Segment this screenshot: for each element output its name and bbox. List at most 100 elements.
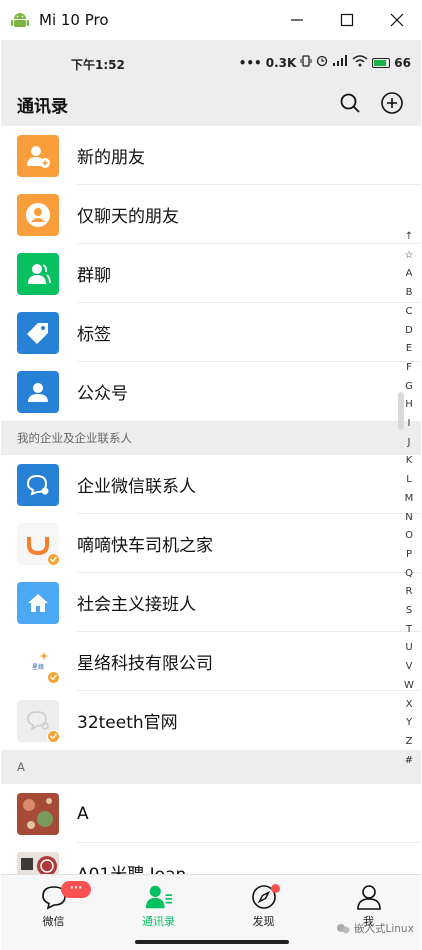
alphabet-letter[interactable]: Y [406,714,412,733]
alphabet-letter[interactable]: O [405,527,413,546]
alphabet-letter[interactable]: A [406,265,413,284]
xingluo-logo-icon: 星络 [17,640,60,684]
list-item-label: 32teeth官网 [77,713,178,733]
list-item-wecom-contacts[interactable]: 企业微信联系人 [1,455,421,514]
alphabet-letter[interactable]: P [406,546,412,565]
tab-discover[interactable]: 发现 [211,875,316,950]
alphabet-letter[interactable]: S [406,602,412,621]
alphabet-letter[interactable]: T [406,621,412,640]
alphabet-letter[interactable]: ☆ [405,247,414,266]
home-indicator [135,940,289,944]
alphabet-letter[interactable]: W [404,677,414,696]
contacts-icon [145,883,173,911]
status-time: 下午1:52 [71,58,125,72]
contact-avatar [17,851,59,874]
tab-label: 通讯录 [142,915,175,928]
wecom-icon [17,463,59,506]
tag-icon [17,311,59,354]
search-icon[interactable] [337,90,363,116]
list-item-group-chats[interactable]: 群聊 [1,244,421,303]
window-title: Mi 10 Pro [39,11,109,29]
list-item-label: 仅聊天的朋友 [77,207,179,227]
minimize-button[interactable] [272,0,322,40]
list-item-32teeth[interactable]: 32teeth官网 [1,691,421,750]
alphabet-letter[interactable]: U [405,639,412,658]
person-add-icon [17,134,59,177]
list-item-official-accounts[interactable]: 公众号 [1,362,421,421]
alphabet-letter[interactable]: K [406,452,413,471]
bottom-nav: ··· 微信 通讯录 发现 我 嵌入式Linux [1,874,421,950]
me-icon [355,883,383,911]
section-header-a: A [1,750,421,784]
add-circle-icon[interactable] [379,90,405,116]
tab-label: 微信 [42,915,65,928]
list-item-label: 新的朋友 [77,148,145,168]
list-item-label: 星络科技有限公司 [77,654,213,674]
contact-row[interactable]: A01米聘 Joan [1,843,421,874]
alphabet-letter[interactable]: L [406,471,412,490]
contacts-list: 新的朋友 仅聊天的朋友 群聊 标签 公众号 我的企业及企业联系人 企业微信联系人 [1,126,421,874]
alphabet-index[interactable]: ↑ ☆ A B C D E F G H I J K L M N O P Q R S T U V W X Y Z # [401,228,417,770]
list-item-label: 企业微信联系人 [77,477,196,497]
list-item-chat-only-friends[interactable]: 仅聊天的朋友 [1,185,421,244]
more-dots-icon: ••• [238,55,262,70]
unread-badge: ··· [61,881,91,898]
alphabet-letter[interactable]: H [405,396,413,415]
list-item-didi[interactable]: 嘀嘀快车司机之家 [1,514,421,573]
wifi-icon [352,55,368,70]
maximize-button[interactable] [322,0,372,40]
group-icon [17,252,59,295]
list-item-label: 标签 [77,325,111,345]
tab-chats[interactable]: ··· 微信 [1,875,106,950]
home-icon [17,581,59,624]
alphabet-letter[interactable]: I [408,415,411,434]
battery-level: 66 [394,55,411,70]
chat-bubble-icon [17,699,60,743]
alphabet-letter[interactable]: G [405,378,413,397]
alphabet-letter[interactable]: D [405,322,413,341]
alphabet-letter[interactable]: Q [405,565,413,584]
tab-me[interactable]: 我 [316,875,421,950]
alarm-icon [316,55,328,70]
alphabet-letter[interactable]: E [406,340,412,359]
alphabet-letter[interactable]: ↑ [405,228,413,247]
list-item-tags[interactable]: 标签 [1,303,421,362]
verified-badge-icon [47,729,60,743]
alphabet-letter[interactable]: M [405,490,414,509]
signal-icon [332,55,348,70]
android-icon [9,9,31,31]
phone-status-bar: 下午1:52 ••• 0.3K 66 [1,40,421,86]
person-circle-icon [17,193,59,236]
network-speed: 0.3K [265,55,297,70]
alphabet-letter[interactable]: Z [406,733,413,752]
watermark-text: 嵌入式Linux [354,923,414,935]
contact-row[interactable]: A [1,784,421,843]
app-header: 通讯录 [1,86,421,126]
list-item-new-friends[interactable]: 新的朋友 [1,126,421,185]
window-titlebar: Mi 10 Pro [0,0,422,40]
tab-label: 发现 [252,915,275,928]
contact-avatar [17,792,59,835]
page-title: 通讯录 [17,97,68,117]
list-item-label: 群聊 [77,266,111,286]
alphabet-letter[interactable]: X [406,696,413,715]
close-button[interactable] [372,0,422,40]
list-item-xingluo[interactable]: 星络 星络科技有限公司 [1,632,421,691]
alphabet-letter[interactable]: V [406,658,413,677]
official-account-icon [17,370,59,413]
alphabet-letter[interactable]: N [405,509,412,528]
verified-badge-icon [47,552,60,566]
alphabet-letter[interactable]: R [406,583,413,602]
alphabet-letter[interactable]: J [408,434,411,453]
tab-contacts[interactable]: 通讯录 [106,875,211,950]
alphabet-letter[interactable]: B [406,284,413,303]
alphabet-letter[interactable]: # [405,752,413,771]
verified-badge-icon [47,670,60,684]
list-item-successor[interactable]: 社会主义接班人 [1,573,421,632]
notification-dot [271,884,280,893]
contact-name: A01米聘 Joan [77,860,186,874]
alphabet-letter[interactable]: F [406,359,412,378]
battery-icon [372,57,391,68]
alphabet-letter[interactable]: C [406,303,413,322]
vibrate-icon [300,55,312,70]
